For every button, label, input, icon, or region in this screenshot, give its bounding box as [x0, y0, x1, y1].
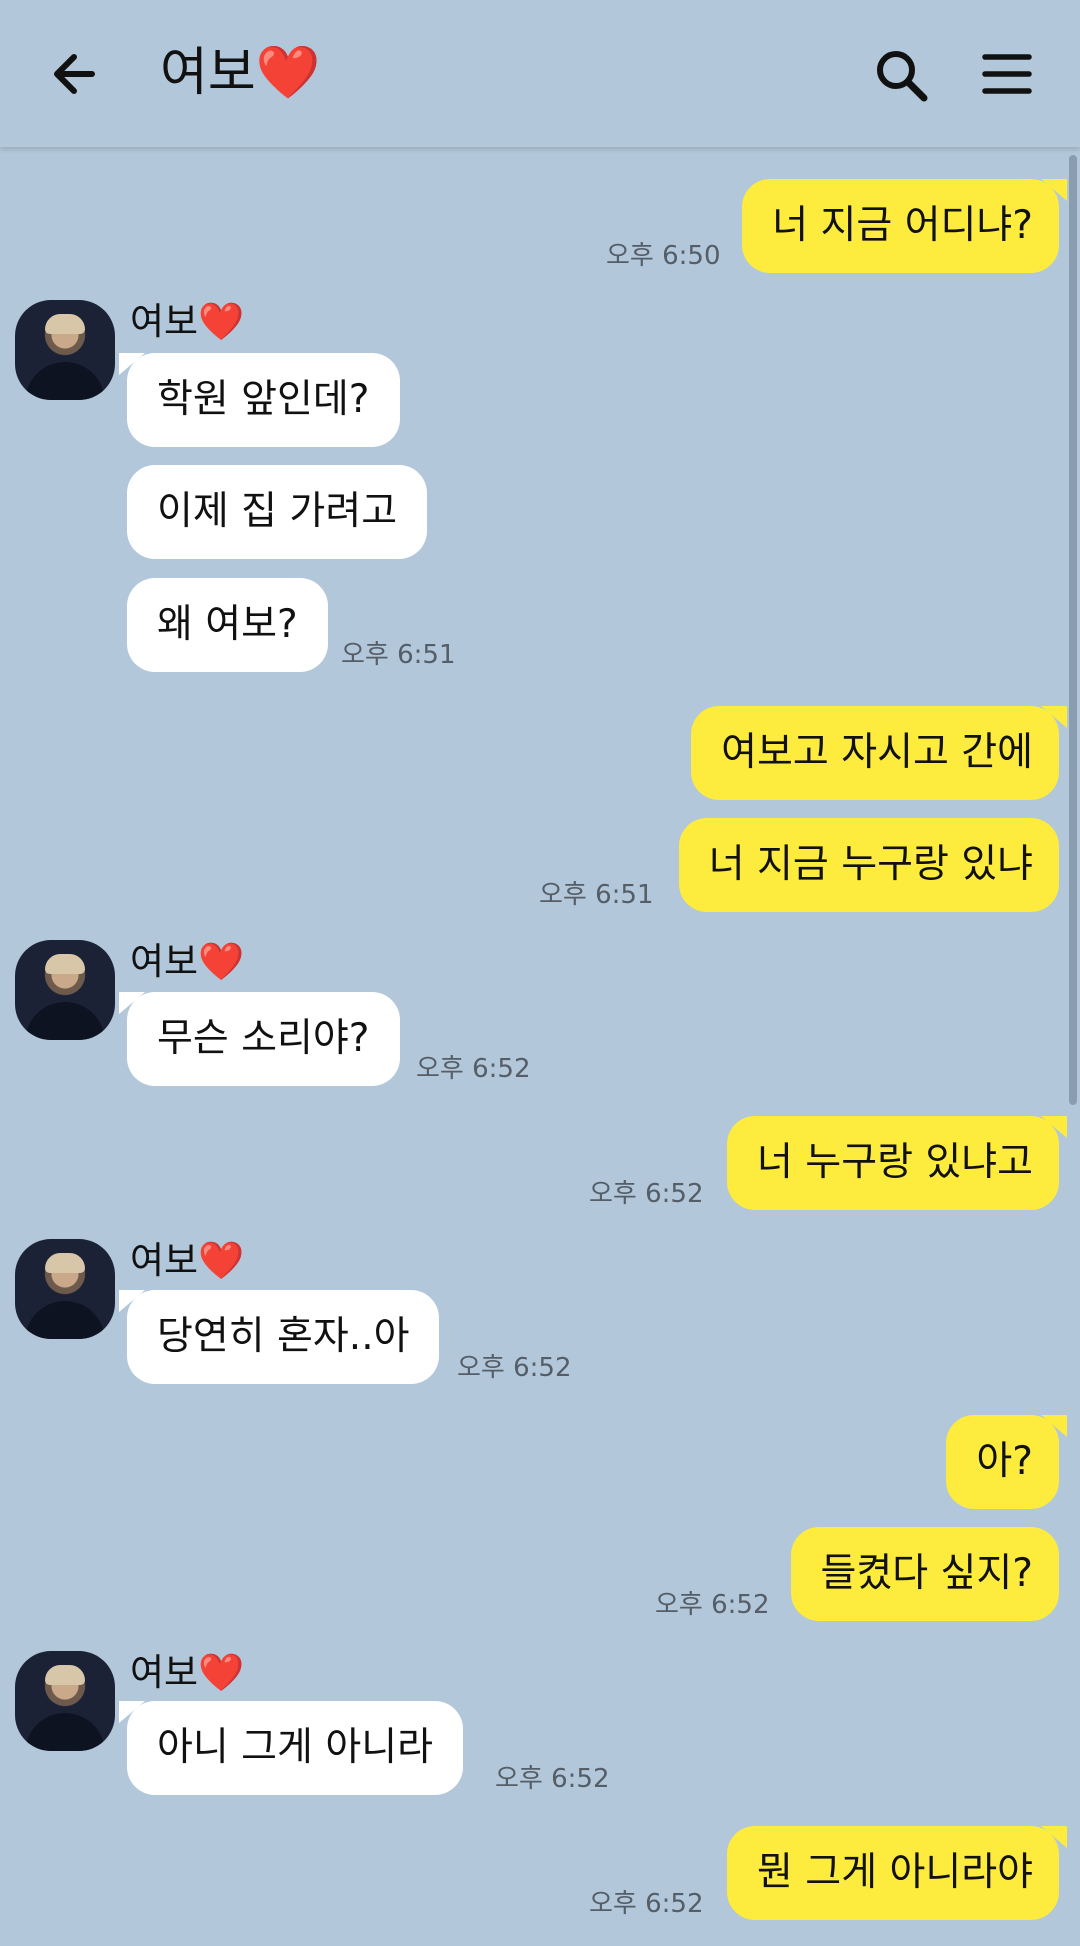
sender-name: 여보❤️ [130, 1239, 245, 1282]
message-time: 오후 6:52 [655, 1590, 770, 1620]
sender-name: 여보❤️ [130, 300, 245, 343]
my-message-bubble[interactable]: 너 지금 어디냐? [742, 179, 1067, 273]
heart-icon: ❤️ [255, 43, 321, 103]
sender-name: 여보❤️ [130, 1651, 245, 1694]
scrollbar[interactable] [1069, 155, 1077, 1105]
their-message-bubble[interactable]: 왜 여보? [127, 578, 328, 672]
my-message-bubble[interactable]: 여보고 자시고 간에 [691, 706, 1067, 800]
chat-header: 여보❤️ [0, 0, 1080, 147]
menu-button[interactable] [982, 52, 1032, 96]
heart-icon: ❤️ [198, 940, 245, 983]
their-message-bubble[interactable]: 당연히 혼자..아 [118, 1290, 440, 1384]
heart-icon: ❤️ [198, 300, 245, 343]
avatar[interactable] [15, 1239, 115, 1339]
message-time: 오후 6:52 [589, 1179, 704, 1209]
my-message-bubble[interactable]: 너 지금 누구랑 있냐 [678, 818, 1059, 912]
back-button[interactable] [48, 48, 108, 100]
my-message-bubble[interactable]: 들켰다 싶지? [790, 1527, 1059, 1621]
avatar[interactable] [15, 300, 115, 400]
message-time: 오후 6:52 [416, 1054, 531, 1084]
message-time: 오후 6:52 [457, 1353, 572, 1383]
search-button[interactable] [874, 48, 930, 104]
message-time: 오후 6:52 [495, 1764, 610, 1794]
my-message-bubble[interactable]: 아? [946, 1415, 1067, 1509]
their-message-bubble[interactable]: 학원 앞인데? [119, 353, 400, 447]
arrow-left-icon [54, 54, 95, 94]
search-icon [877, 51, 928, 102]
my-message-bubble[interactable]: 뭔 그게 아니라야 [727, 1826, 1067, 1920]
message-time: 오후 6:51 [341, 640, 456, 670]
chat-title-text: 여보 [160, 43, 256, 103]
hamburger-menu-icon [982, 54, 1032, 94]
chat-title: 여보❤️ [160, 42, 320, 104]
their-message-bubble[interactable]: 이제 집 가려고 [127, 465, 428, 559]
message-time: 오후 6:50 [606, 241, 721, 271]
their-message-bubble[interactable]: 아니 그게 아니라 [119, 1701, 463, 1795]
heart-icon: ❤️ [198, 1239, 245, 1282]
message-time: 오후 6:51 [539, 880, 654, 910]
sender-name: 여보❤️ [130, 940, 245, 983]
my-message-bubble[interactable]: 너 누구랑 있냐고 [727, 1116, 1067, 1210]
avatar[interactable] [15, 940, 115, 1040]
avatar[interactable] [15, 1651, 115, 1751]
message-time: 오후 6:52 [589, 1889, 704, 1919]
their-message-bubble[interactable]: 무슨 소리야? [119, 992, 400, 1086]
heart-icon: ❤️ [198, 1651, 245, 1694]
